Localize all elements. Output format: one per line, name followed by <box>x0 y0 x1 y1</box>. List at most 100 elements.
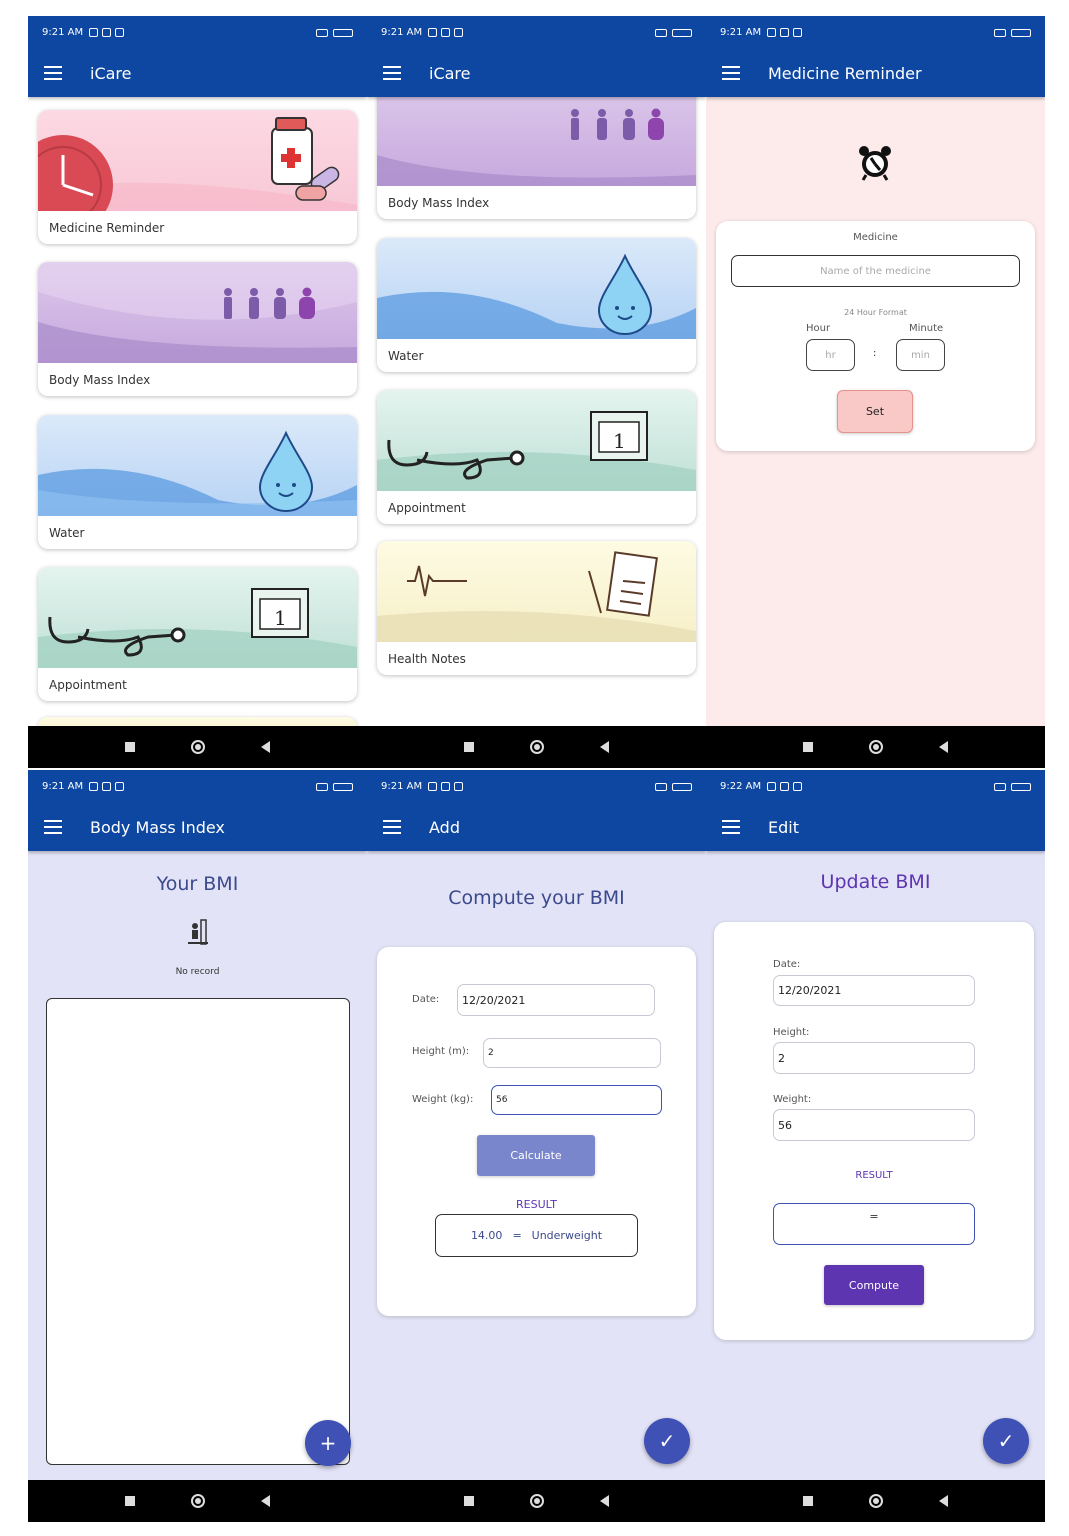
result-equals: = <box>512 1229 522 1242</box>
battery-icon <box>672 782 692 791</box>
home-button[interactable] <box>530 740 544 754</box>
svg-text:1: 1 <box>274 606 287 630</box>
recents-button[interactable] <box>125 742 135 752</box>
home-button[interactable] <box>191 740 205 754</box>
card-medicine-reminder[interactable]: Medicine Reminder <box>38 110 357 244</box>
menu-icon[interactable] <box>44 66 62 80</box>
card-water[interactable]: Water <box>38 415 357 549</box>
app-title: iCare <box>429 63 471 83</box>
save-button[interactable]: ✓ <box>644 1418 690 1464</box>
menu-icon[interactable] <box>383 66 401 80</box>
status-bar: 9:21 AM <box>28 770 367 803</box>
card-appointment[interactable]: 1 Appointment <box>38 567 357 701</box>
recents-button[interactable] <box>803 1496 813 1506</box>
back-button[interactable] <box>600 741 609 753</box>
water-drop-icon <box>597 253 653 335</box>
battery-icon <box>333 28 353 37</box>
home-button[interactable] <box>191 1494 205 1508</box>
hour-input[interactable]: hr <box>806 339 855 371</box>
bmi-category: Underweight <box>531 1229 603 1242</box>
svg-text:1: 1 <box>613 429 626 453</box>
compute-button[interactable]: Compute <box>824 1265 924 1305</box>
status-time: 9:21 AM <box>720 27 762 38</box>
status-time: 9:22 AM <box>720 781 762 792</box>
home-card-list[interactable]: Medicine Reminder Body Mass Index Water … <box>28 97 367 726</box>
card-label: Appointment <box>388 501 466 515</box>
card-body-mass-index[interactable]: Body Mass Index <box>38 262 357 396</box>
medicine-reminder-content: Medicine Name of the medicine 24 Hour Fo… <box>706 97 1045 726</box>
home-card-list[interactable]: Body Mass Index Water 1 Appointment Heal… <box>367 97 706 726</box>
height-field[interactable]: 2 <box>483 1038 661 1068</box>
medicine-name-input[interactable]: Name of the medicine <box>731 255 1020 287</box>
home-button[interactable] <box>869 1494 883 1508</box>
card-label: Health Notes <box>388 652 466 666</box>
date-label: Date: <box>773 959 801 970</box>
menu-icon[interactable] <box>722 66 740 80</box>
status-time: 9:21 AM <box>381 781 423 792</box>
add-record-button[interactable]: + <box>305 1420 351 1466</box>
medicine-bottle-icon <box>271 117 313 185</box>
notification-icons <box>767 782 803 791</box>
wifi-icon <box>655 782 667 791</box>
calculate-button[interactable]: Calculate <box>477 1135 595 1176</box>
back-button[interactable] <box>939 741 948 753</box>
recents-button[interactable] <box>464 742 474 752</box>
card-health-notes[interactable]: Health Notes <box>377 541 696 675</box>
menu-icon[interactable] <box>383 820 401 834</box>
back-button[interactable] <box>939 1495 948 1507</box>
status-bar: 9:21 AM <box>706 16 1045 49</box>
system-nav-bar <box>28 726 367 768</box>
screen-home-1: 9:21 AM iCare Medicine Reminder Body Mas… <box>28 16 367 768</box>
bmi-card-image <box>38 262 357 363</box>
wifi-icon <box>994 782 1006 791</box>
back-button[interactable] <box>261 1495 270 1507</box>
minute-input[interactable]: min <box>896 339 945 371</box>
card-water[interactable]: Water <box>377 238 696 372</box>
page-heading: Compute your BMI <box>448 887 625 909</box>
weight-field[interactable]: 56 <box>491 1085 662 1115</box>
app-title: Medicine Reminder <box>768 63 922 83</box>
recents-button[interactable] <box>464 1496 474 1506</box>
wifi-icon <box>316 782 328 791</box>
recents-button[interactable] <box>125 1496 135 1506</box>
notification-icons <box>89 782 125 791</box>
battery-icon <box>1011 782 1031 791</box>
heartbeat-icon <box>407 565 467 597</box>
back-button[interactable] <box>600 1495 609 1507</box>
app-title: iCare <box>90 63 132 83</box>
system-icons <box>655 28 692 37</box>
height-field[interactable]: 2 <box>773 1042 975 1074</box>
app-bar: Edit <box>706 803 1045 851</box>
app-title: Edit <box>768 817 799 837</box>
home-button[interactable] <box>869 740 883 754</box>
set-button[interactable]: Set <box>837 390 913 433</box>
card-label: Medicine Reminder <box>49 221 165 235</box>
recents-button[interactable] <box>803 742 813 752</box>
screen-add-bmi: 9:21 AM Add Compute your BMI Date: 12/20… <box>367 770 706 1522</box>
home-button[interactable] <box>530 1494 544 1508</box>
alarm-clock-icon <box>859 146 891 181</box>
date-field[interactable]: 12/20/2021 <box>773 975 975 1006</box>
menu-icon[interactable] <box>722 820 740 834</box>
wifi-icon <box>316 28 328 37</box>
check-icon: ✓ <box>658 1429 676 1453</box>
weight-field[interactable]: 56 <box>773 1109 975 1141</box>
water-drop-icon <box>258 430 314 512</box>
menu-icon[interactable] <box>44 820 62 834</box>
back-button[interactable] <box>261 741 270 753</box>
card-appointment[interactable]: 1 Appointment <box>377 390 696 524</box>
medicine-card-image <box>38 110 357 211</box>
result-box: 14.00 = Underweight <box>435 1214 638 1257</box>
appointment-card-image: 1 <box>377 390 696 491</box>
app-bar: iCare <box>28 49 367 97</box>
app-bar: Add <box>367 803 706 851</box>
date-field[interactable]: 12/20/2021 <box>457 984 655 1016</box>
save-button[interactable]: ✓ <box>983 1418 1029 1464</box>
clipboard-icon <box>588 551 658 617</box>
card-label: Water <box>388 349 424 363</box>
minute-label: Minute <box>909 323 944 334</box>
card-body-mass-index[interactable]: Body Mass Index <box>377 97 696 219</box>
card-label: Body Mass Index <box>388 196 490 210</box>
edit-form-card: Date: 12/20/2021 Height: 2 Weight: 56 RE… <box>714 922 1034 1340</box>
bmi-records-list[interactable] <box>46 998 350 1465</box>
